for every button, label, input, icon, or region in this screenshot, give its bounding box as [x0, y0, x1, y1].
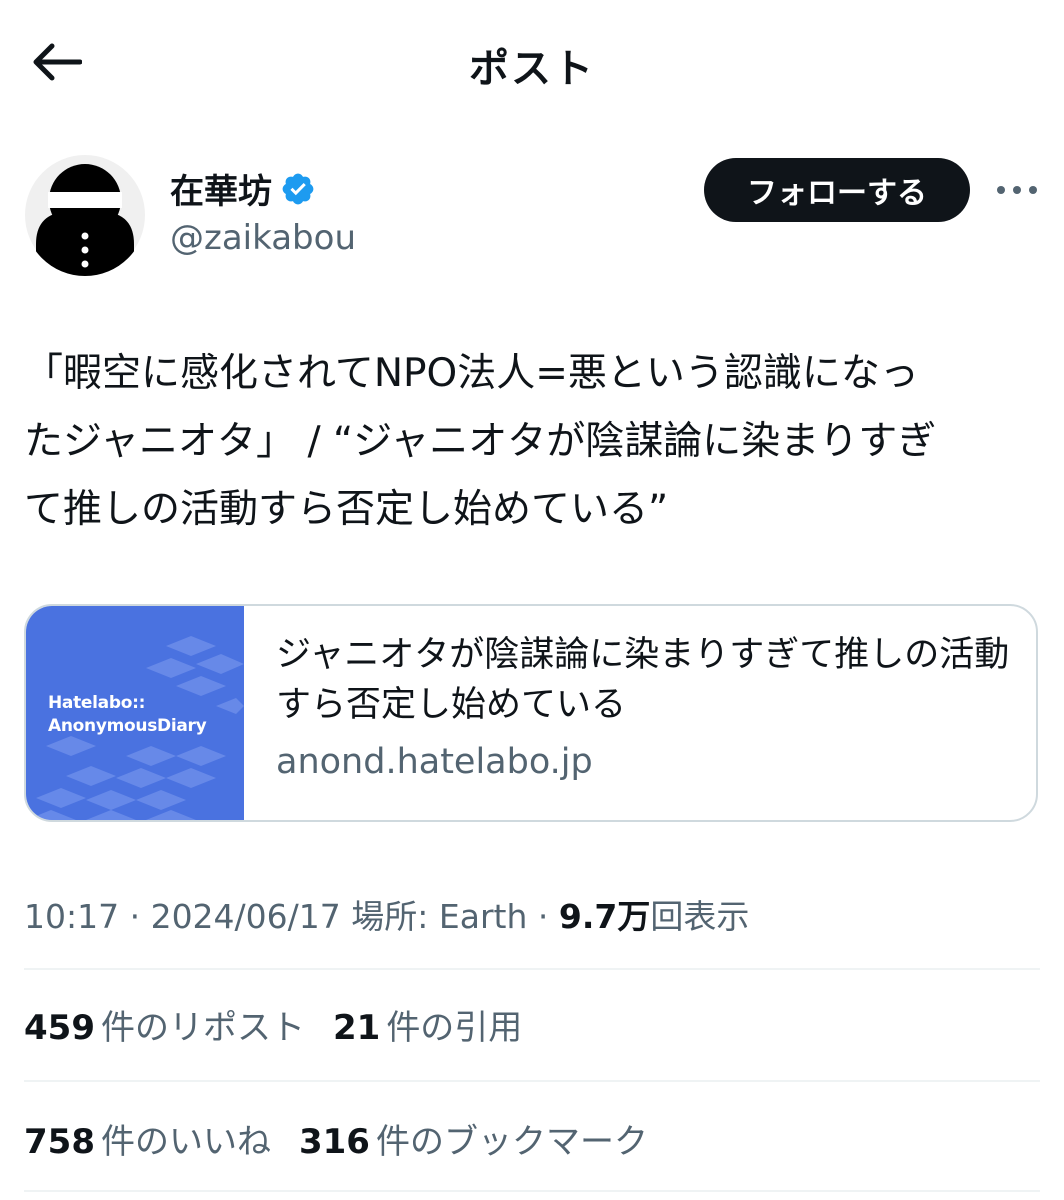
more-options-button[interactable]: [992, 168, 1042, 212]
views-count: 9.7万: [558, 897, 651, 936]
link-preview-card[interactable]: Hatelabo:: AnonymousDiary ジャニオタが陰謀論に染まりす…: [24, 604, 1038, 822]
likes-count: 758: [24, 1122, 95, 1162]
likes-stat[interactable]: 758 件のいいね: [24, 1114, 271, 1163]
author-name-row[interactable]: 在華坊: [170, 164, 316, 213]
avatar-image-icon: [25, 155, 145, 276]
top-bar: ポスト: [0, 0, 1064, 120]
bookmarks-stat[interactable]: 316 件のブックマーク: [299, 1114, 648, 1163]
thumbnail-label: Hatelabo:: AnonymousDiary: [48, 692, 207, 738]
tweet-text-line: 「暇空に感化されてNPO法人=悪という認識になっ: [24, 351, 919, 396]
stats-row: 758 件のいいね 316 件のブックマーク: [24, 1114, 648, 1163]
follow-button[interactable]: フォローする: [704, 158, 970, 222]
reposts-label: 件のリポスト: [100, 1008, 305, 1048]
tweet-text: 「暇空に感化されてNPO法人=悪という認識になっ たジャニオタ」 / “ジャニオ…: [24, 340, 1044, 544]
location: 場所: Earth: [351, 897, 528, 936]
tweet-text-line: て推しの活動すら否定し始めている”: [24, 487, 669, 532]
card-title: ジャニオタが陰謀論に染まりすぎて推しの活動すら否定し始めている: [276, 635, 1010, 725]
reposts-count: 459: [24, 1008, 95, 1048]
display-name[interactable]: 在華坊: [170, 164, 272, 213]
page-title: ポスト: [469, 46, 595, 92]
divider: [24, 1190, 1040, 1192]
avatar[interactable]: [24, 154, 146, 276]
user-handle[interactable]: @zaikabou: [170, 218, 356, 258]
tweet-text-line: たジャニオタ」 / “ジャニオタが陰謀論に染まりすぎ: [24, 419, 937, 464]
views-label: 回表示: [650, 897, 750, 936]
quotes-count: 21: [332, 1008, 381, 1048]
timestamp[interactable]: 10:17 · 2024/06/17: [24, 897, 341, 936]
tweet-meta: 10:17 · 2024/06/17 場所: Earth · 9.7万回表示: [24, 890, 749, 938]
stats-row: 459 件のリポスト 21 件の引用: [24, 1000, 522, 1049]
thumbnail-label-line: AnonymousDiary: [48, 716, 207, 736]
divider: [24, 1080, 1040, 1082]
likes-label: 件のいいね: [100, 1122, 271, 1162]
verified-badge-icon: [282, 173, 314, 204]
thumbnail-label-line: Hatelabo::: [48, 693, 146, 713]
quotes-stat[interactable]: 21 件の引用: [333, 1000, 522, 1049]
meta-separator: ·: [537, 897, 549, 936]
more-dots-icon: [997, 186, 1037, 194]
card-domain: anond.hatelabo.jp: [276, 742, 593, 782]
bookmarks-label: 件のブックマーク: [375, 1122, 648, 1162]
divider: [24, 968, 1040, 970]
reposts-stat[interactable]: 459 件のリポスト: [24, 1000, 305, 1049]
quotes-label: 件の引用: [386, 1008, 523, 1048]
bookmarks-count: 316: [298, 1122, 370, 1162]
card-thumbnail: Hatelabo:: AnonymousDiary: [26, 606, 244, 820]
